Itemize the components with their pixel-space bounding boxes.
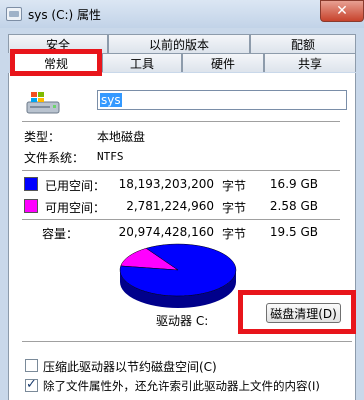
tab-hardware[interactable]: 硬件 [182, 53, 264, 72]
tab-previous-versions[interactable]: 以前的版本 [108, 34, 250, 53]
free-space-swatch [24, 199, 38, 213]
drive-name-input[interactable]: sys [97, 90, 347, 110]
compress-checkbox[interactable] [25, 359, 38, 372]
free-space-label: 可用空间： [45, 201, 106, 215]
filesystem-value: NTFS [97, 150, 124, 163]
type-value: 本地磁盘 [97, 130, 146, 144]
drive-icon [26, 92, 60, 114]
compress-checkbox-label: 压缩此驱动器以节约磁盘空间(C) [43, 360, 217, 374]
tab-quota[interactable]: 配额 [250, 34, 356, 53]
drive-properties-icon [6, 7, 22, 21]
window-title: sys (C:) 属性 [28, 7, 102, 22]
used-space-bytes: 18,193,203,200 [118, 177, 214, 191]
title-bar: sys (C:) 属性 ✕ [0, 0, 364, 28]
used-space-size: 16.9 GB [269, 177, 318, 191]
tab-sharing[interactable]: 共享 [264, 53, 356, 72]
pie-top [119, 243, 237, 297]
drive-letter-label: 驱动器 C: [156, 314, 209, 328]
index-checkbox-label: 除了文件属性外，还允许索引此驱动器上文件的内容(I) [43, 379, 320, 393]
highlight-general-tab [10, 49, 102, 76]
disk-usage-pie [119, 243, 237, 308]
used-space-unit: 字节 [222, 179, 247, 193]
free-space-unit: 字节 [222, 201, 247, 215]
divider-capacity [22, 219, 340, 220]
index-checkbox[interactable] [25, 377, 38, 392]
capacity-label: 容量： [42, 227, 79, 241]
type-label: 类型： [24, 130, 61, 144]
capacity-bytes: 20,974,428,160 [118, 225, 214, 239]
free-space-bytes: 2,781,224,960 [126, 199, 214, 213]
divider-bottom [22, 341, 352, 342]
drive-name-value: sys [100, 93, 122, 107]
tab-tools[interactable]: 工具 [102, 53, 182, 72]
close-button[interactable]: ✕ [320, 0, 364, 22]
divider-top [22, 121, 340, 122]
divider-middle [22, 170, 340, 171]
capacity-size: 19.5 GB [269, 225, 318, 239]
used-space-swatch [24, 177, 38, 191]
filesystem-label: 文件系统： [24, 151, 85, 165]
free-space-size: 2.58 GB [269, 199, 318, 213]
used-space-label: 已用空间： [45, 179, 106, 193]
highlight-cleanup-button [238, 290, 356, 334]
